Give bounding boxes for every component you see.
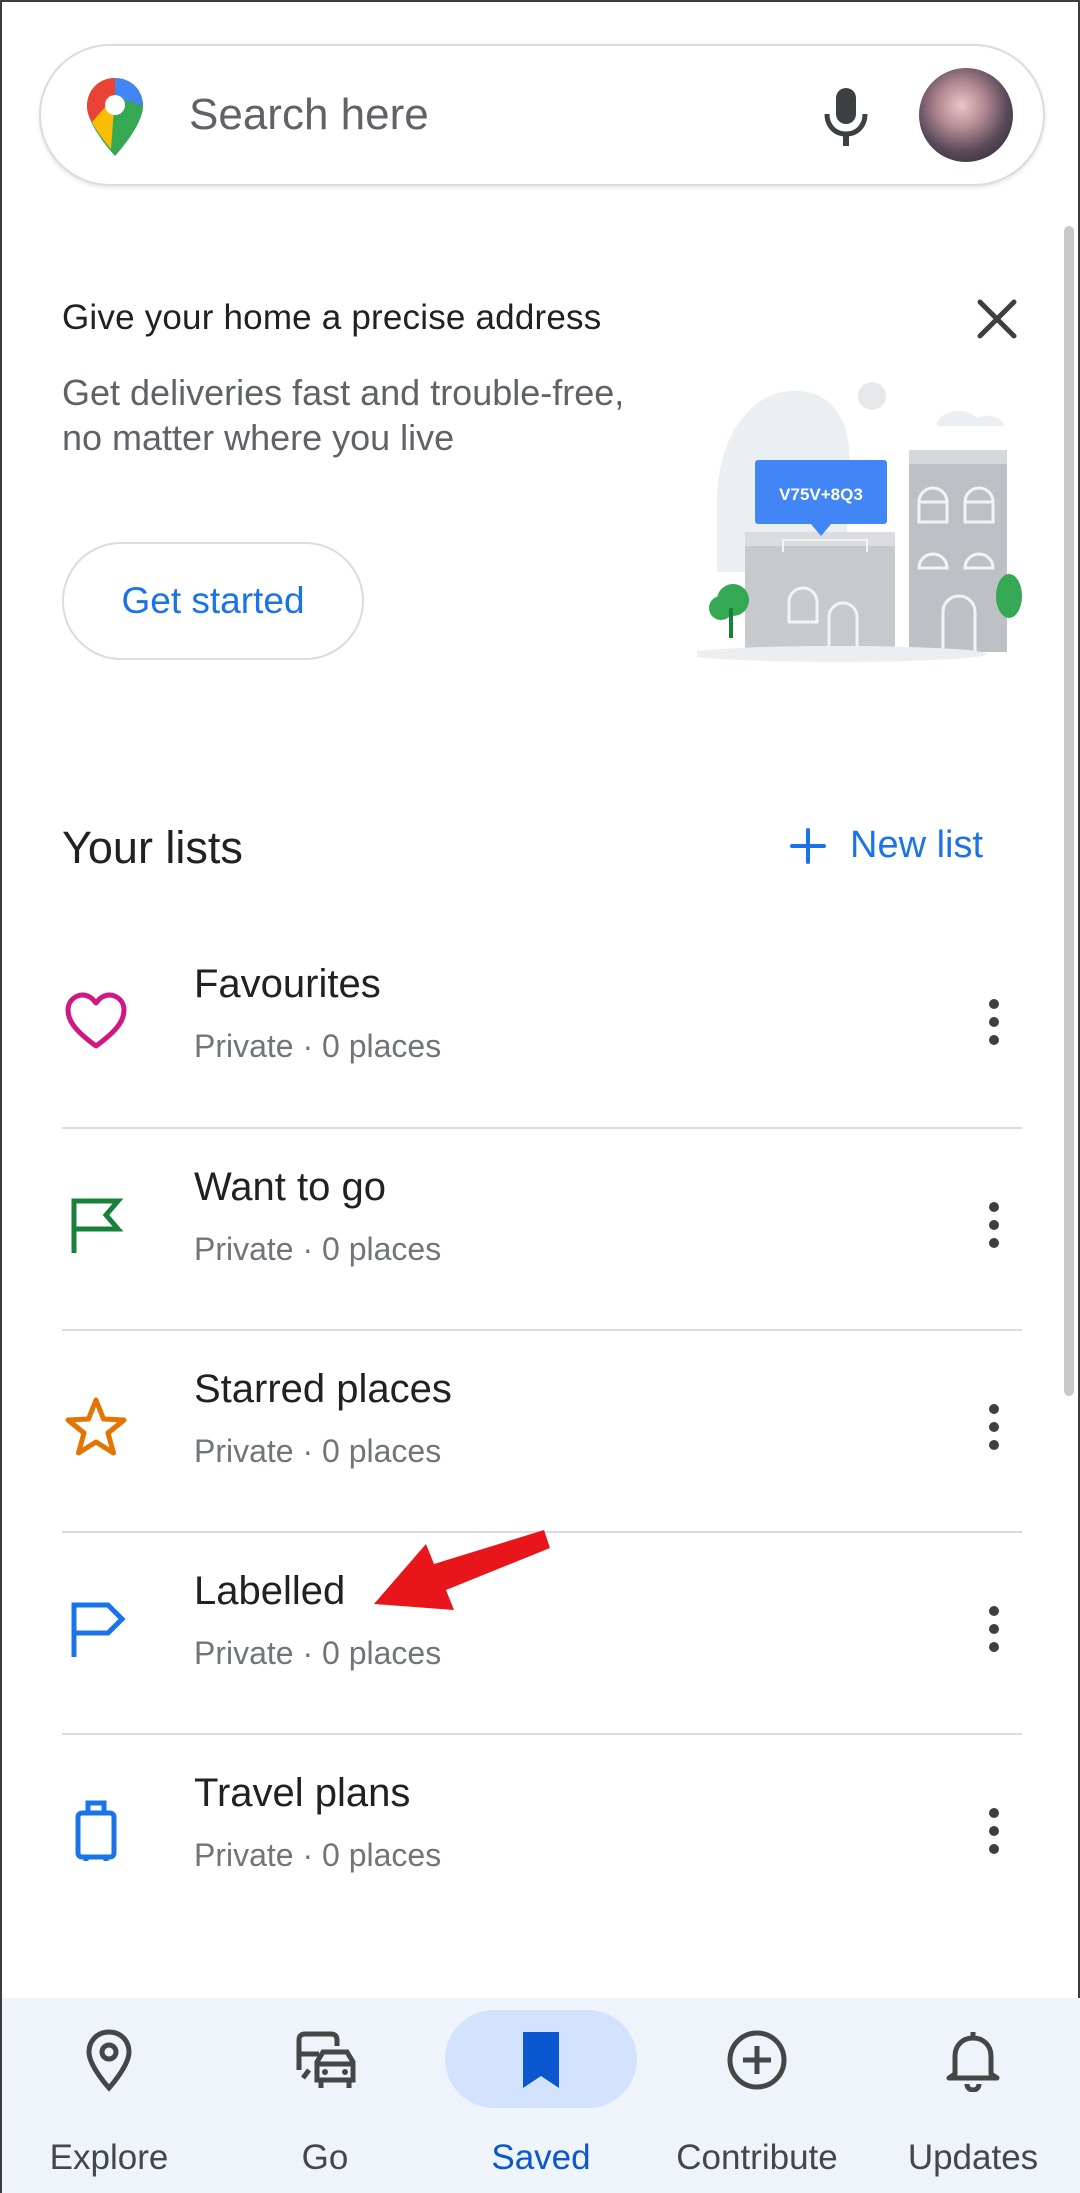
plus-icon: [790, 827, 826, 864]
search-input[interactable]: Search here: [189, 90, 429, 140]
more-vert-icon[interactable]: [962, 1395, 1026, 1459]
list-item-title: Starred places: [194, 1367, 452, 1411]
google-maps-logo-icon: [87, 78, 143, 156]
list-item-want-to-go[interactable]: Want to go Private · 0 places: [62, 1129, 1022, 1331]
nav-go[interactable]: Go: [225, 1998, 425, 2193]
list-item-title: Labelled: [194, 1569, 346, 1613]
get-started-button[interactable]: Get started: [62, 542, 364, 660]
nav-label: Explore: [49, 2138, 169, 2177]
nav-contribute[interactable]: Contribute: [657, 1998, 857, 2193]
list-item-subtitle: Private · 0 places: [194, 1635, 442, 1671]
bottom-navigation: Explore Go Saved Contribute Updates: [2, 1998, 1080, 2193]
avatar[interactable]: [919, 68, 1013, 162]
bookmark-icon: [523, 2032, 559, 2088]
annotation-arrow-icon: [374, 1530, 550, 1610]
scrollbar[interactable]: [1064, 226, 1074, 1396]
list-item-title: Favourites: [194, 962, 381, 1006]
bell-icon: [946, 2032, 1000, 2092]
more-vert-icon[interactable]: [962, 1799, 1026, 1863]
list-item-subtitle: Private · 0 places: [194, 1837, 442, 1873]
house-address-illustration: V75V+8Q3: [697, 382, 1022, 662]
list-item-travel-plans[interactable]: Travel plans Private · 0 places: [62, 1735, 1022, 1937]
add-circle-icon: [727, 2030, 787, 2090]
suitcase-icon: [75, 1800, 117, 1861]
lists-heading: Your lists: [62, 822, 243, 873]
plus-code-label: V75V+8Q3: [779, 485, 863, 504]
list-item-starred-places[interactable]: Starred places Private · 0 places: [62, 1331, 1022, 1533]
promo-title: Give your home a precise address: [62, 298, 602, 337]
list-item-subtitle: Private · 0 places: [194, 1433, 442, 1469]
list-item-subtitle: Private · 0 places: [194, 1028, 442, 1064]
location-pin-icon: [86, 2029, 132, 2092]
list-item-favourites[interactable]: Favourites Private · 0 places: [62, 926, 1022, 1128]
star-icon: [65, 1397, 127, 1456]
nav-saved[interactable]: Saved: [441, 1998, 641, 2193]
label-flag-icon: [71, 1602, 126, 1657]
nav-label: Go: [301, 2138, 349, 2177]
more-vert-icon[interactable]: [962, 1597, 1026, 1661]
nav-label: Updates: [907, 2138, 1039, 2177]
nav-updates[interactable]: Updates: [873, 1998, 1073, 2193]
more-vert-icon[interactable]: [962, 1193, 1026, 1257]
close-icon[interactable]: [972, 294, 1022, 344]
new-list-button[interactable]: New list: [788, 824, 983, 867]
heart-icon: [65, 992, 127, 1049]
list-item-subtitle: Private · 0 places: [194, 1231, 442, 1267]
commute-icon: [296, 2031, 356, 2088]
list-item-title: Travel plans: [194, 1771, 411, 1815]
more-vert-icon[interactable]: [962, 990, 1026, 1054]
nav-label: Contribute: [676, 2138, 838, 2177]
new-list-label: New list: [850, 824, 984, 866]
nav-label: Saved: [491, 2138, 591, 2177]
search-bar[interactable]: Search here: [39, 44, 1045, 186]
microphone-icon[interactable]: [811, 82, 881, 152]
list-item-title: Want to go: [194, 1165, 386, 1209]
nav-explore[interactable]: Explore: [9, 1998, 209, 2193]
flag-icon: [71, 1198, 124, 1253]
promo-description: Get deliveries fast and trouble-free, no…: [62, 372, 625, 458]
